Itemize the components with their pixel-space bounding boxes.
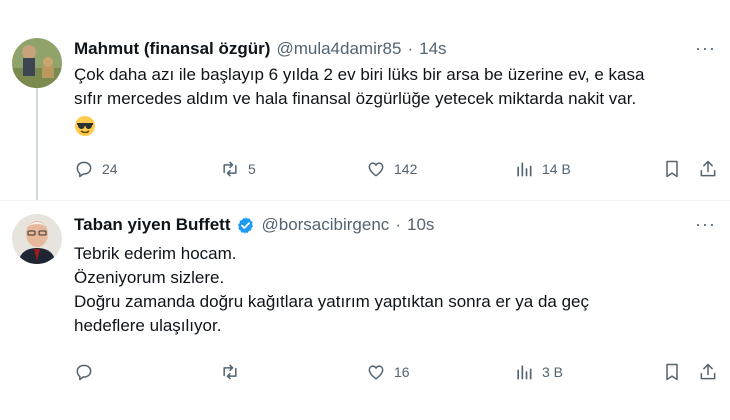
retweet-button[interactable]: 5 [220,159,256,179]
separator-dot: · [395,215,401,234]
timestamp[interactable]: 10s [407,214,434,236]
tweet-text-line: Özeniyorum sizlere. [74,268,225,287]
retweet-icon [223,161,237,177]
tweet-text: Tebrik ederim hocam. Özeniyorum sizlere.… [74,242,714,338]
views-button[interactable]: 14 B [514,159,571,179]
retweet-icon [223,364,237,380]
avatar[interactable] [12,38,62,88]
display-name[interactable]: Mahmut (finansal özgür) [74,38,270,60]
view-count: 14 B [542,161,571,177]
more-options-icon[interactable]: ··· [695,214,716,235]
tweet-text-line: hedeflere ulaşılıyor. [74,316,222,335]
analytics-icon [517,162,532,177]
user-handle[interactable]: @mula4damir85 [276,38,401,60]
bookmark-icon [666,160,678,178]
tweet-text-line: Doğru zamanda doğru kağıtlara yatırım ya… [74,292,589,311]
tweet-text-line: Çok daha azı ile başlayıp 6 yılda 2 ev b… [74,65,645,84]
bookmark-icon [666,363,678,381]
bookmark-button[interactable] [662,159,682,179]
like-count: 142 [394,161,418,177]
retweet-count: 5 [248,161,256,177]
reply-button[interactable]: 24 [74,159,118,179]
user-handle[interactable]: @borsacibirgenc [261,214,389,236]
like-button[interactable]: 16 [366,362,410,382]
view-count: 3 B [542,364,564,380]
action-bar: 24 5 142 14 B [74,159,724,183]
like-button[interactable]: 142 [366,159,417,179]
reply-count: 24 [102,161,118,177]
tweet-header: Taban yiyen Buffett @borsacibirgenc · 10… [74,214,434,236]
avatar[interactable] [12,214,62,264]
reply-icon [76,364,92,381]
like-count: 16 [394,364,410,380]
share-icon [700,363,716,380]
action-bar: 16 3 B [74,362,724,386]
more-options-icon[interactable]: ··· [695,38,716,59]
share-button[interactable] [698,362,718,382]
tweet-text-line: Tebrik ederim hocam. [74,244,237,263]
separator-dot: · [407,39,414,58]
verified-badge-icon [238,216,254,234]
tweet-header: Mahmut (finansal özgür) @mula4damir85 · … [74,38,447,60]
sunglasses-emoji-icon [74,115,96,137]
tweet-mahmut: Mahmut (finansal özgür) @mula4damir85 · … [0,0,730,200]
heart-icon [368,365,384,380]
share-button[interactable] [698,159,718,179]
views-button[interactable]: 3 B [514,362,563,382]
bookmark-button[interactable] [662,362,682,382]
display-name[interactable]: Taban yiyen Buffett [74,214,230,236]
reply-icon [76,161,92,178]
reply-button[interactable] [74,362,102,382]
tweet-text-line: sıfır mercedes aldım ve hala finansal öz… [74,89,637,108]
analytics-icon [517,365,532,380]
tweet-buffett: Taban yiyen Buffett @borsacibirgenc · 10… [0,200,730,420]
share-icon [700,160,716,177]
retweet-button[interactable] [220,362,248,382]
timestamp[interactable]: 14s [419,38,446,60]
tweet-text: Çok daha azı ile başlayıp 6 yılda 2 ev b… [74,63,714,144]
heart-icon [368,162,384,177]
